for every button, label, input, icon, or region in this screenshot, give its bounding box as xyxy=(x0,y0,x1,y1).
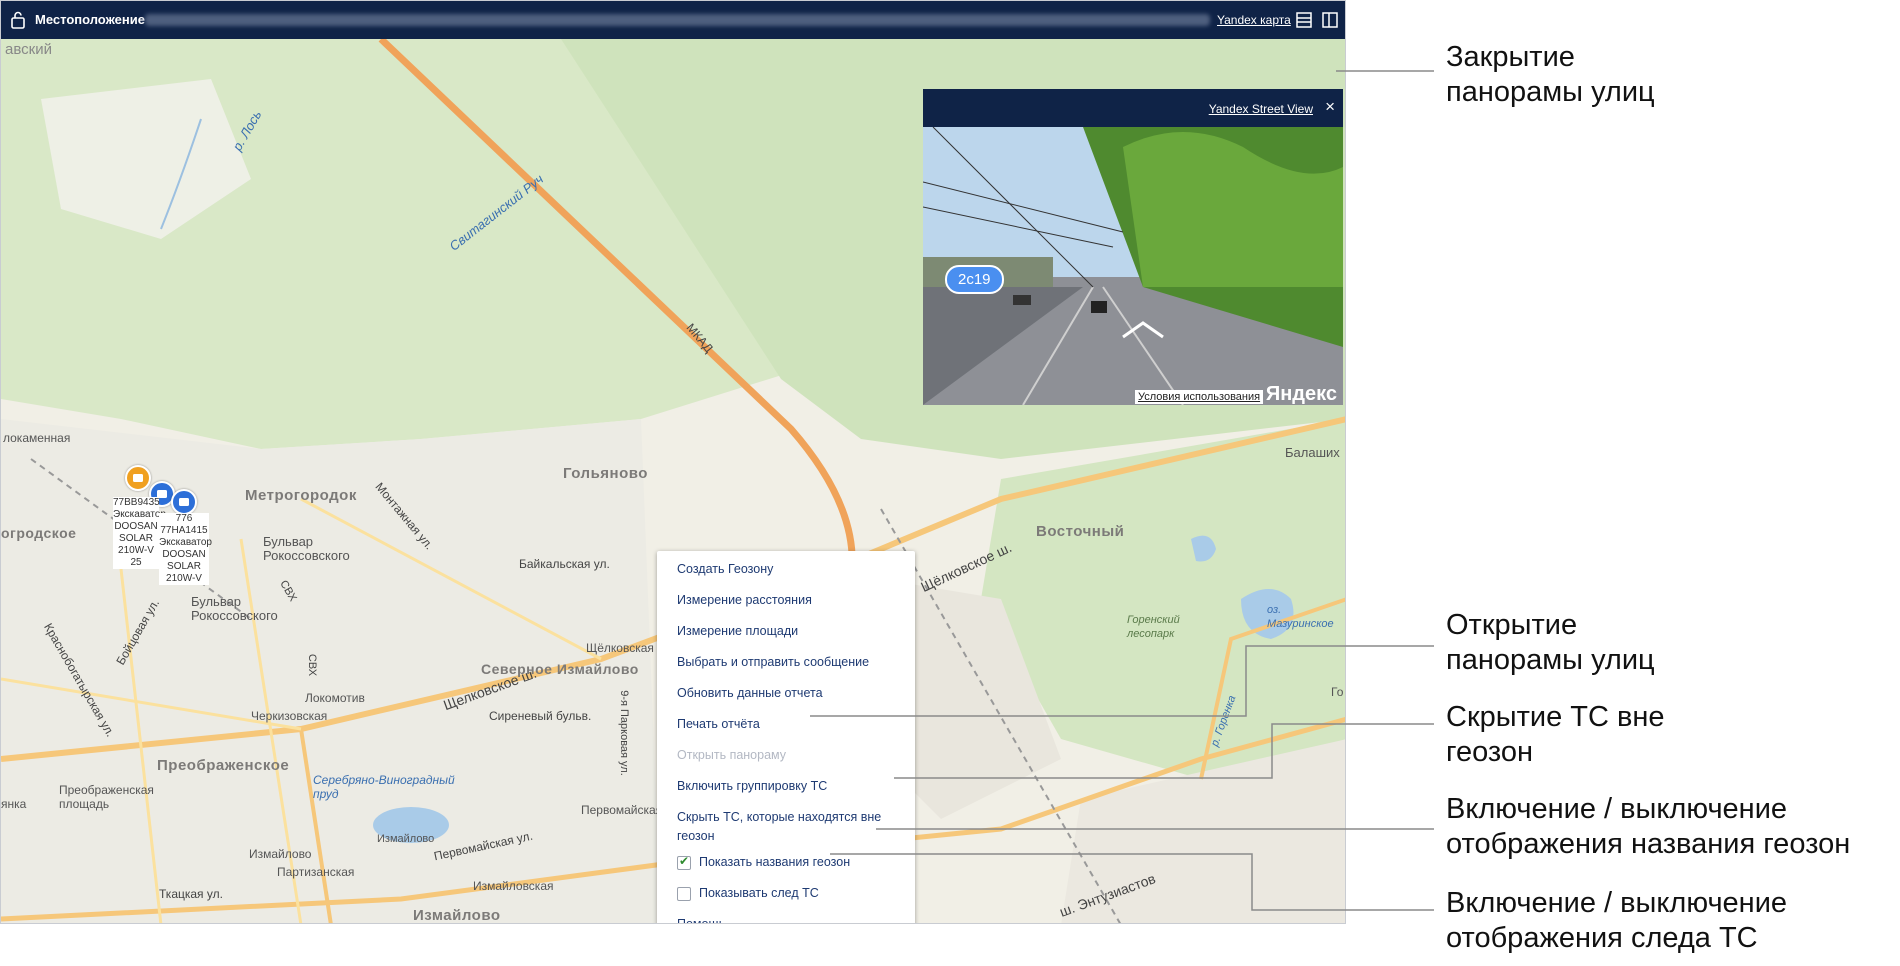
context-menu: Создать Геозону Измерение расстояния Изм… xyxy=(657,551,915,923)
vertical-split-icon[interactable] xyxy=(1321,11,1339,29)
annotation-close-panorama: Закрытие панорамы улиц xyxy=(1446,41,1655,108)
close-icon[interactable]: × xyxy=(1325,97,1335,117)
menu-item-measure-distance[interactable]: Измерение расстояния xyxy=(677,591,812,609)
vehicle-label: 776 77НА1415 Экскаватор DOOSAN SOLAR 210… xyxy=(159,513,212,585)
map-label: Партизанская xyxy=(277,865,355,879)
menu-item-show-geozone-names[interactable]: Показать названия геозон xyxy=(699,853,850,871)
map-label: Первомайская xyxy=(581,803,663,817)
map-label: Метрогородок xyxy=(245,487,357,504)
window-title: Местоположение xyxy=(35,12,145,27)
map-label: Горенский лесопарк xyxy=(1127,614,1180,640)
annotation-toggle-geozone-names: Включение / выключение отображения назва… xyxy=(1446,793,1851,860)
map-provider-link[interactable]: Yandex карта xyxy=(1217,13,1291,27)
map-label: янка xyxy=(1,797,27,811)
menu-item-refresh-report[interactable]: Обновить данные отчета xyxy=(677,684,823,702)
map-label: Измайлово xyxy=(413,907,501,924)
map-label: Серебряно-Виноградный пруд xyxy=(313,773,455,801)
map-label: Преображенская площадь xyxy=(59,783,154,811)
map-label: Ткацкая ул. xyxy=(159,887,223,901)
map-label: Преображенское xyxy=(157,757,290,774)
menu-item-open-panorama[interactable]: Открыть панораму xyxy=(677,746,786,764)
vehicle-trail-checkbox[interactable] xyxy=(677,887,691,901)
yandex-logo: Яндекс xyxy=(1265,383,1337,405)
vehicle-marker[interactable] xyxy=(171,489,197,515)
map-label: Северное Измайлово xyxy=(481,661,639,677)
menu-item-send-message[interactable]: Выбрать и отправить сообщение xyxy=(677,653,869,671)
map-label: Восточный xyxy=(1036,523,1125,540)
map-label: Измайлово xyxy=(377,833,435,845)
map-label: 9-я Парковая ул. xyxy=(617,690,630,776)
window-titlebar: Местоположение Yandex карта xyxy=(1,1,1345,39)
map-label: авский xyxy=(5,41,52,58)
terms-link[interactable]: Условия использования xyxy=(1135,390,1264,404)
map-label: Измайловская xyxy=(473,879,554,893)
map-label: Щёлковская xyxy=(586,641,654,655)
map-canvas[interactable]: авский р. Лось Свитагинский Руч МКАД лок… xyxy=(1,39,1345,924)
menu-item-create-geozone[interactable]: Создать Геозону xyxy=(677,560,773,578)
location-window: Местоположение Yandex карта авский р. Ло… xyxy=(0,0,1346,924)
map-label: Бульвар Рокоссовского xyxy=(191,594,278,623)
street-view-panel: Yandex Street View × 2с19 Условия исполь… xyxy=(923,89,1343,405)
annotation-open-panorama: Открытие панорамы улиц xyxy=(1446,609,1655,676)
map-label: СВХ xyxy=(306,653,319,677)
geozone-names-checkbox[interactable]: ✔ xyxy=(677,854,691,870)
menu-item-hide-outside-vehicles[interactable]: Скрыть ТС, которые находятся вне геозон xyxy=(677,808,897,846)
lock-icon[interactable] xyxy=(11,11,25,29)
blurred-vehicle-list xyxy=(145,14,1210,26)
menu-item-group-vehicles[interactable]: Включить группировку ТС xyxy=(677,777,827,795)
vehicle-marker[interactable] xyxy=(125,465,151,491)
annotation-hide-vehicles: Скрытие ТС вне геозон xyxy=(1446,701,1665,768)
map-label: Балаших xyxy=(1285,445,1340,460)
annotation-toggle-trail: Включение / выключение отображения следа… xyxy=(1446,887,1788,954)
vehicle-label: 77ВВ9435 Экскаватор DOOSAN SOLAR 210W-V … xyxy=(113,497,166,569)
truck-icon xyxy=(133,474,143,482)
horizontal-split-icon[interactable] xyxy=(1295,11,1313,29)
car-icon xyxy=(179,498,189,506)
menu-item-measure-area[interactable]: Измерение площади xyxy=(677,622,798,640)
map-label: Сиреневый бульв. xyxy=(489,709,592,723)
street-view-title[interactable]: Yandex Street View xyxy=(1209,102,1313,116)
map-label: Го xyxy=(1331,685,1344,699)
map-label: огродское xyxy=(1,525,77,541)
menu-item-help[interactable]: Помощь xyxy=(677,915,725,923)
menu-item-print-report[interactable]: Печать отчёта xyxy=(677,715,760,733)
street-view-header: Yandex Street View × xyxy=(923,89,1343,127)
map-label: Измайлово xyxy=(249,847,312,861)
menu-item-show-trail[interactable]: Показывать след ТС xyxy=(699,884,819,902)
map-label: Локомотив xyxy=(305,691,365,705)
panorama-badge: 2с19 xyxy=(945,265,1004,294)
map-label: локаменная xyxy=(3,431,71,445)
panorama-image[interactable]: 2с19 xyxy=(923,127,1343,405)
map-label: Бульвар Рокоссовского xyxy=(263,534,350,563)
map-label: Гольяново xyxy=(563,465,648,482)
map-label: Черкизовская xyxy=(251,709,328,723)
checkmark-icon: ✔ xyxy=(679,854,690,868)
map-label: оз. Мазуринское xyxy=(1267,604,1334,630)
map-label: Байкальская ул. xyxy=(519,557,610,571)
